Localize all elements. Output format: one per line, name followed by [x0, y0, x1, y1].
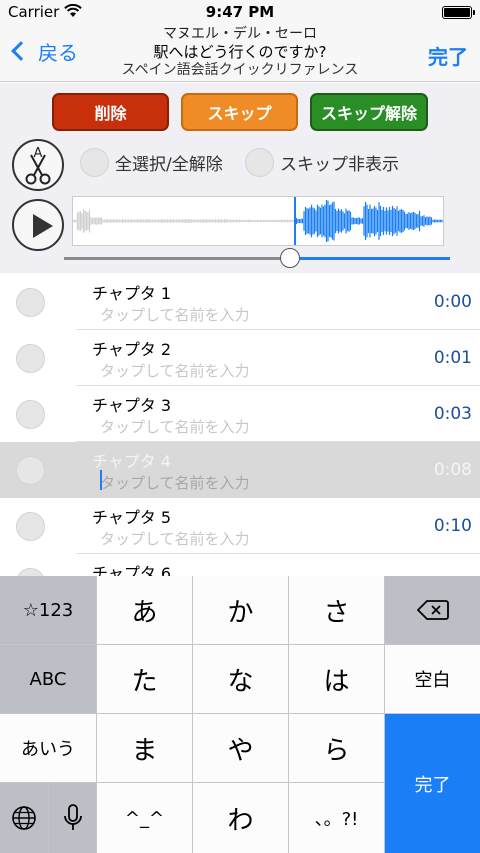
nav-title-block: マヌエル・デル・セーロ 駅へはどう行くのですか? スペイン語会話クイックリファレ… [120, 26, 360, 79]
playback-slider-thumb[interactable] [280, 248, 300, 268]
chapter-list: チャプタ 1 タップして名前を入力 0:00 チャプタ 2 タップして名前を入力… [0, 274, 480, 576]
kana-key-wa[interactable]: わ [193, 783, 288, 853]
kana-key-ma[interactable]: ま [97, 714, 192, 782]
chapter-row-selected[interactable]: チャプタ 4 タップして名前を入力 0:08 [0, 442, 480, 498]
done-button[interactable]: 完了 [428, 41, 468, 70]
kana-key-ka[interactable]: か [193, 576, 288, 644]
row-checkbox[interactable] [16, 512, 45, 541]
waveform-graphic [72, 197, 443, 245]
split-chapter-button[interactable]: A [12, 139, 64, 191]
clock: 9:47 PM [205, 3, 275, 21]
chapter-row[interactable]: チャプタ 3 タップして名前を入力 0:03 [0, 386, 480, 442]
chapter-time: 0:03 [433, 404, 472, 424]
svg-text:A: A [34, 146, 43, 161]
backspace-icon [416, 600, 449, 620]
battery-icon [442, 6, 475, 19]
slider-track-played [64, 257, 288, 260]
hiragana-key[interactable]: あいう [0, 714, 96, 782]
kana-key-ha[interactable]: は [289, 645, 384, 713]
kana-key-ya[interactable]: や [193, 714, 288, 782]
microphone-key[interactable] [49, 783, 96, 853]
chapter-title: チャプタ 6 [92, 564, 172, 576]
play-button[interactable] [12, 199, 64, 251]
punctuation-key[interactable]: 、。?! [289, 783, 384, 853]
chapter-name-field[interactable]: タップして名前を入力 [100, 360, 250, 381]
chapter-title: チャプタ 1 [92, 284, 172, 303]
select-all-label: 全選択/全解除 [115, 154, 223, 175]
chapter-title: チャプタ 2 [92, 340, 172, 359]
chapter-row[interactable]: チャプタ 2 タップして名前を入力 0:01 [0, 330, 480, 386]
chapter-time: 0:08 [433, 460, 472, 480]
control-panel: 削除 スキップ スキップ解除 A 全選択/全解除 スキップ非表示 [0, 83, 480, 273]
unskip-button[interactable]: スキップ解除 [310, 93, 428, 131]
keyboard-done-key[interactable]: 完了 [385, 714, 480, 853]
hide-skipped-toggle[interactable]: スキップ非表示 [245, 147, 399, 177]
delete-button[interactable]: 削除 [52, 93, 169, 131]
emoticon-key[interactable]: ^_^ [97, 783, 192, 853]
album-title: スペイン語会話クイックリファレンス [121, 62, 359, 78]
row-checkbox[interactable] [16, 344, 45, 373]
backspace-key[interactable] [385, 576, 480, 644]
hide-skipped-checkbox[interactable] [245, 147, 274, 177]
chapter-title: チャプタ 4 [92, 452, 172, 471]
japanese-keyboard: ☆123 ABC あいう あ か さ た な は ま や ら ^_^ わ 、。?… [0, 576, 480, 853]
back-label: 戻る [38, 40, 78, 65]
globe-icon [12, 806, 36, 830]
kana-key-na[interactable]: な [193, 645, 288, 713]
row-checkbox[interactable] [16, 568, 45, 576]
kana-key-ra[interactable]: ら [289, 714, 384, 782]
slider-track-remaining [290, 257, 450, 260]
chapter-row[interactable]: チャプタ 1 タップして名前を入力 0:00 [0, 274, 480, 330]
chapter-name-field[interactable]: タップして名前を入力 [100, 416, 250, 437]
chapter-time: 0:10 [433, 516, 472, 536]
chapter-name-field[interactable]: タップして名前を入力 [100, 304, 250, 325]
navigation-bar: 戻る マヌエル・デル・セーロ 駅へはどう行くのですか? スペイン語会話クイックリ… [0, 24, 480, 82]
row-checkbox[interactable] [16, 288, 45, 317]
scissors-icon: A [25, 146, 51, 185]
chapter-name-field[interactable]: タップして名前を入力 [100, 472, 250, 493]
row-checkbox[interactable] [16, 400, 45, 429]
chevron-left-icon [11, 41, 31, 61]
kana-key-ta[interactable]: た [97, 645, 192, 713]
select-all-toggle[interactable]: 全選択/全解除 [80, 147, 223, 177]
abc-key[interactable]: ABC [0, 645, 96, 713]
track-title: 駅へはどう行くのですか? [153, 43, 327, 61]
chapter-row[interactable]: チャプタ 5 タップして名前を入力 0:10 [0, 498, 480, 554]
globe-key[interactable] [0, 783, 48, 853]
row-checkbox[interactable] [16, 456, 45, 485]
chapter-time: 0:00 [433, 292, 472, 312]
chapter-time: 0:01 [433, 348, 472, 368]
skip-button[interactable]: スキップ [181, 93, 298, 131]
numbers-key[interactable]: ☆123 [0, 576, 96, 644]
kana-key-sa[interactable]: さ [289, 576, 384, 644]
artist-name: マヌエル・デル・セーロ [163, 26, 317, 42]
status-bar: Carrier 9:47 PM [0, 0, 480, 24]
chapter-title: チャプタ 5 [92, 508, 172, 527]
select-all-checkbox[interactable] [80, 147, 109, 177]
space-key[interactable]: 空白 [385, 645, 480, 713]
chapter-name-field[interactable]: タップして名前を入力 [100, 528, 250, 549]
hide-skipped-label: スキップ非表示 [280, 154, 399, 175]
back-button[interactable]: 戻る [8, 36, 78, 66]
chapter-title: チャプタ 3 [92, 396, 172, 415]
kana-key-a[interactable]: あ [97, 576, 192, 644]
microphone-icon [63, 804, 82, 830]
waveform-view[interactable] [72, 196, 444, 246]
chapter-row[interactable]: チャプタ 6 [0, 554, 480, 576]
